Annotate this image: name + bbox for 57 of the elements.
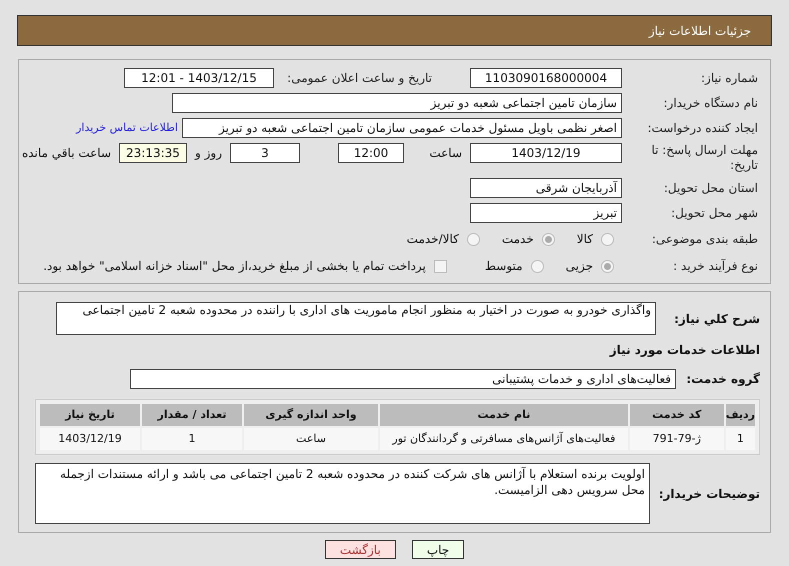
treasury-note: پرداخت تمام یا بخشی از مبلغ خرید،از محل "اسناد خزانه اسلامی" خواهد بود. — [43, 258, 426, 275]
back-button[interactable]: بازگشت — [324, 540, 396, 559]
field-label: نام دستگاه خریدار: — [662, 96, 758, 110]
text-field[interactable]: 1103090168000004 — [470, 68, 622, 88]
remaining-label: ساعت باقي مانده — [22, 145, 111, 162]
field-label: گروه خدمت: — [685, 371, 760, 388]
page-title: جزئیات اطلاعات نیاز — [648, 22, 751, 40]
field-label: تاریخ و ساعت اعلان عمومی: — [286, 70, 432, 86]
notes-textarea[interactable]: اولویت برنده استعلام با آژانس های شرکت کننده در محدوده شعبه 2 تامین اجتماعی می باشد و ارائه مستندات ازجمله محل سرویس دهی الزامیست. — [35, 463, 650, 524]
radio-label: کالا/خدمت — [406, 231, 459, 248]
field-label: شماره نیاز: — [700, 70, 758, 86]
checkbox[interactable] — [434, 260, 447, 272]
field-label: توضیحات خریدار: — [658, 486, 760, 502]
field-label: طبقه بندی موضوعی: — [650, 232, 758, 246]
field-label: شهر محل تحویل: — [670, 206, 758, 220]
section-heading: اطلاعات خدمات مورد نیاز — [608, 342, 760, 359]
radio-button[interactable] — [466, 232, 480, 246]
radio-label: متوسط — [484, 258, 523, 275]
time-label: ساعت — [428, 145, 462, 162]
text-field[interactable]: 12:00 — [338, 143, 404, 163]
column-header: تاریخ نیاز — [40, 404, 140, 426]
text-field[interactable]: فعالیت‌های اداری و خدمات پشتیبانی — [130, 369, 676, 389]
table-cell: 1403/12/19 — [40, 428, 140, 450]
radio-button[interactable] — [601, 232, 614, 246]
text-field[interactable]: تبریز — [470, 203, 622, 223]
table-cell: ژ-79-791 — [630, 428, 724, 450]
description-textarea[interactable]: واگذاری خودرو به صورت در اختیار به منظور انجام ماموریت های اداری با راننده در محدوده شعبه 2 تامین اجتماعی — [56, 302, 656, 335]
radio-label: خدمت — [502, 231, 534, 248]
radio-button[interactable] — [530, 260, 544, 272]
table-cell: 1 — [142, 428, 242, 450]
table-cell: ساعت — [244, 428, 378, 450]
field-label: شرح کلي نياز: — [673, 311, 760, 328]
radio-button[interactable] — [542, 232, 555, 246]
column-header: کد خدمت — [630, 404, 724, 426]
radio-label: جزیی — [566, 258, 593, 275]
field-label: استان محل تحویل: — [662, 180, 758, 196]
text-field[interactable]: 1403/12/15 - 12:01 — [124, 68, 274, 88]
table-cell: فعالیت‌های آژانس‌های مسافرتی و گردانندگان تور — [380, 428, 628, 450]
table-cell: 1 — [726, 428, 755, 450]
column-header: تعداد / مقدار — [142, 404, 242, 426]
field-label: مهلت ارسال پاسخ: تا تاریخ: — [650, 143, 758, 173]
field-label: ایجاد کننده درخواست: — [646, 120, 758, 136]
text-field[interactable]: اصغر نظمی باویل مسئول خدمات عمومی سازمان تامین اجتماعی شعبه دو تبریز — [182, 118, 622, 138]
buyer-contact-link[interactable]: اطلاعات تماس خریدار — [76, 120, 178, 136]
text-field[interactable]: آذربایجان شرقی — [470, 178, 622, 198]
field-label: نوع فرآیند خرید : — [672, 258, 758, 274]
text-field[interactable]: سازمان تامین اجتماعی شعبه دو تبریز — [172, 93, 622, 113]
column-header: واحد اندازه گیری — [244, 404, 378, 426]
days-label: روز و — [195, 145, 222, 162]
text-field[interactable]: 23:13:35 — [119, 143, 187, 163]
column-header: ردیف — [726, 404, 755, 426]
radio-button[interactable] — [601, 260, 614, 272]
text-field[interactable]: 1403/12/19 — [470, 143, 622, 163]
column-header: نام خدمت — [380, 404, 628, 426]
print-button[interactable]: چاپ — [412, 540, 464, 559]
text-field[interactable]: 3 — [230, 143, 300, 163]
radio-label: کالا — [576, 231, 593, 248]
